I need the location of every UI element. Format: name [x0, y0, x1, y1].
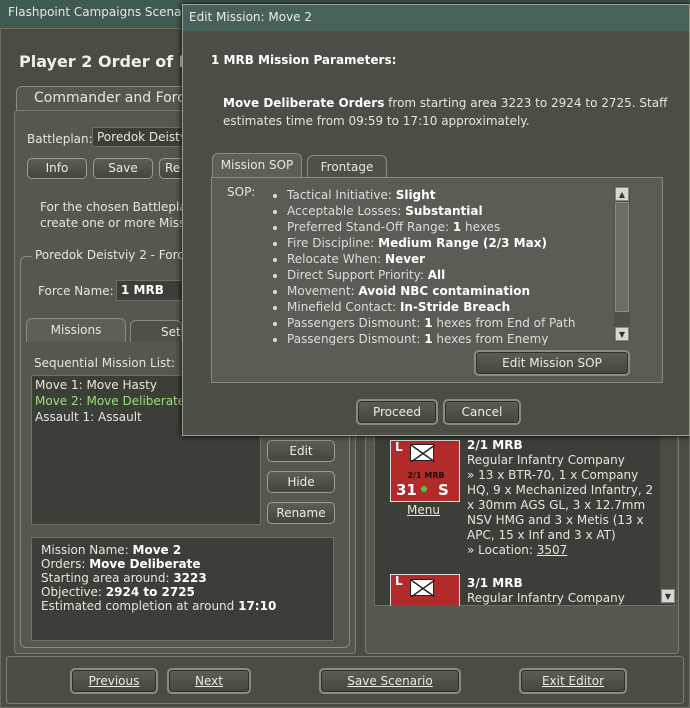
cancel-button[interactable]: Cancel [443, 399, 521, 425]
mission-info-box: Mission Name: Move 2 Orders: Move Delibe… [31, 537, 334, 641]
next-button[interactable]: Next [167, 668, 251, 694]
unit-title: 3/1 MRB [467, 576, 523, 590]
mission-name-value: Move 2 [132, 543, 182, 557]
scroll-up-arrow-icon[interactable]: ▲ [615, 187, 629, 201]
scroll-down-arrow-icon[interactable]: ▼ [661, 589, 675, 603]
sop-item: Fire Discipline: Medium Range (2/3 Max) [287, 235, 617, 251]
sop-item: Tactical Initiative: Slight [287, 187, 617, 203]
unit-menu-link[interactable]: Menu [407, 503, 440, 517]
force-name-label: Force Name: [38, 284, 114, 298]
force-group-label: Poredok Deistviy 2 - Force [32, 248, 195, 262]
unit-title: 2/1 MRB [467, 438, 523, 452]
infantry-symbol-icon [410, 444, 435, 462]
counter-strength: 31 [396, 481, 417, 499]
sop-label: SOP: [227, 185, 256, 199]
objective-value: 2924 to 2725 [105, 585, 195, 599]
sop-item: Movement: Avoid NBC contamination [287, 283, 617, 299]
scroll-down-arrow-icon[interactable]: ▼ [615, 327, 629, 341]
save-button[interactable]: Save [93, 158, 153, 179]
missions-tab[interactable]: Missions [26, 318, 126, 342]
page-heading: Player 2 Order of Ba [19, 52, 202, 71]
mission-params-heading: 1 MRB Mission Parameters: [211, 53, 397, 67]
unit-corner-letter: L [395, 440, 403, 454]
instructions-line-2: create one or more Missi [40, 216, 189, 230]
setup-tab[interactable]: Setu [130, 320, 182, 342]
proceed-button[interactable]: Proceed [356, 399, 438, 425]
unit-details: Regular Infantry Company [467, 591, 625, 605]
tab-mission-sop[interactable]: Mission SOP [212, 153, 302, 177]
sop-item: Direct Support Priority: All [287, 267, 617, 283]
dialog-title-bar: Edit Mission: Move 2 [183, 5, 689, 31]
sop-item: Minefield Contact: In-Stride Breach [287, 299, 617, 315]
exit-editor-button[interactable]: Exit Editor [519, 668, 627, 694]
unit-list-scrollbar[interactable] [660, 430, 676, 604]
infantry-symbol-icon [410, 579, 435, 597]
sop-item: Passengers Dismount: 1 hexes from End of… [287, 315, 617, 331]
counter-unit-label: 2/1 MRB [407, 471, 445, 480]
sop-list: Tactical Initiative: SlightAcceptable Lo… [269, 187, 617, 345]
previous-button[interactable]: Previous [70, 668, 158, 694]
instructions-line-1: For the chosen Battleplan [40, 200, 195, 214]
mission-description: Move Deliberate Orders from starting are… [223, 96, 668, 128]
scrollbar-thumb[interactable] [615, 202, 629, 312]
sop-item: Passengers Dismount: 1 hexes from Enemy [287, 331, 617, 345]
start-area-value: 3223 [173, 571, 207, 585]
save-scenario-button[interactable]: Save Scenario [319, 668, 461, 694]
tab-frontage[interactable]: Frontage [307, 155, 387, 177]
unit-location-link[interactable]: 3507 [537, 543, 568, 557]
commander-tab-label: Commander and Force [34, 90, 194, 106]
battleplan-label: Battleplan: [27, 132, 93, 146]
force-name-field[interactable]: 1 MRB [116, 280, 186, 301]
unit-corner-letter: L [395, 574, 403, 588]
rename-button[interactable]: Rename [267, 502, 335, 524]
status-dot-icon [421, 486, 427, 492]
edit-mission-dialog: Edit Mission: Move 2 1 MRB Mission Param… [182, 4, 690, 436]
unit-details: Regular Infantry Company » 13 x BTR-70, … [467, 453, 654, 557]
hide-button[interactable]: Hide [267, 471, 335, 493]
dialog-title: Edit Mission: Move 2 [189, 10, 313, 24]
sequential-mission-label: Sequential Mission List: [34, 356, 176, 370]
counter-type-letter: S [438, 481, 449, 499]
sop-item: Acceptable Losses: Substantial [287, 203, 617, 219]
sop-list-box[interactable]: Tactical Initiative: SlightAcceptable Lo… [269, 187, 617, 345]
edit-button[interactable]: Edit [267, 440, 335, 462]
info-button[interactable]: Info [27, 158, 87, 179]
estimated-completion-value: 17:10 [238, 599, 277, 613]
battleplan-field[interactable]: Poredok Deistvi [92, 127, 187, 147]
orders-value: Move Deliberate [89, 557, 201, 571]
edit-mission-sop-button[interactable]: Edit Mission SOP [474, 350, 630, 376]
sop-item: Preferred Stand-Off Range: 1 hexes [287, 219, 617, 235]
sop-item: Relocate When: Never [287, 251, 617, 267]
